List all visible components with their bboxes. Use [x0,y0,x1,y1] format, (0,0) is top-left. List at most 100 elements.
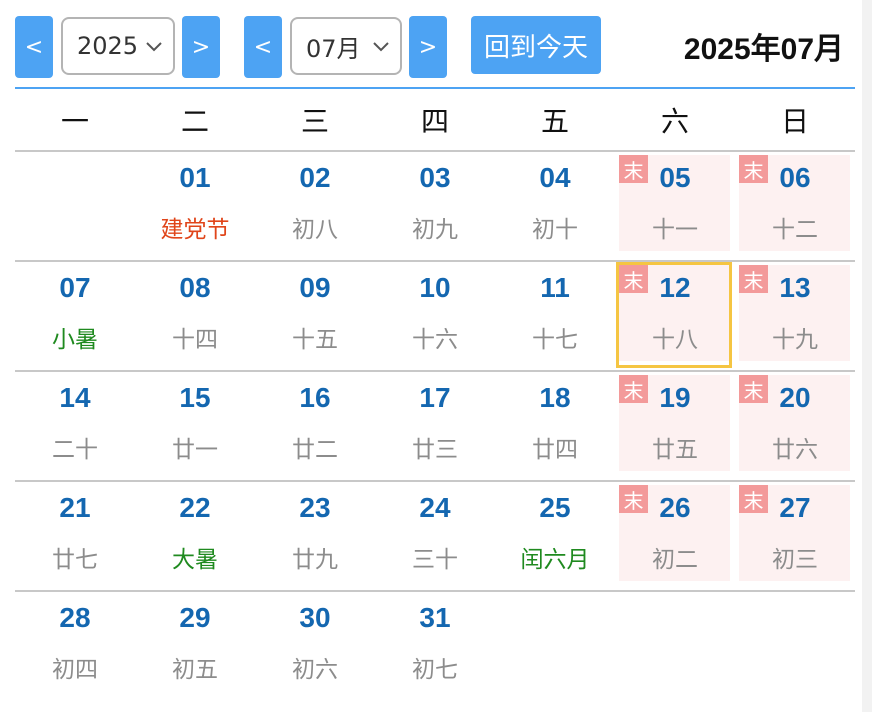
day-number: 18 [539,382,571,413]
day-cell[interactable]: 末 26 初二 [615,482,735,590]
weekday-label: 二 [180,105,209,138]
lunar-date: 廿九 [292,547,338,573]
back-to-today-button[interactable]: 回到今天 [471,16,601,74]
day-cell[interactable]: 09 十五 [255,262,375,370]
lunar-date: 廿五 [652,437,698,463]
day-cell[interactable]: 08 十四 [135,262,255,370]
lunar-date: 初七 [412,657,458,683]
day-cell[interactable]: 末 19 廿五 [615,372,735,480]
day-number: 08 [179,272,211,303]
lunar-date: 廿二 [292,437,338,463]
lunar-date: 初三 [772,547,818,573]
lunar-date: 十七 [532,327,578,353]
day-cell[interactable]: 10 十六 [375,262,495,370]
year-select[interactable]: 2025 [61,17,175,75]
day-number: 17 [419,382,451,413]
lunar-date: 初五 [172,657,218,683]
day-number: 22 [179,492,211,523]
lunar-date: 十一 [652,217,698,243]
day-cell[interactable]: 31 初七 [375,592,495,700]
day-cell[interactable]: 28 初四 [15,592,135,700]
chevron-down-icon [373,42,389,52]
day-number: 15 [179,382,211,413]
day-cell[interactable]: 21 廿七 [15,482,135,590]
day-number: 25 [539,492,571,523]
page-edge [862,0,872,712]
lunar-date: 十二 [772,217,818,243]
solar-term-label: 小暑 [52,327,98,353]
chevron-down-icon [146,42,162,52]
lunar-date: 十六 [412,327,458,353]
lunar-date: 初二 [652,547,698,573]
weekday-label: 四 [420,105,449,138]
calendar-week-row: 01 建党节 02 初八 03 初九 04 初十末 05 十一末 06 十二 [15,152,855,262]
day-cell[interactable]: 25 闰六月 [495,482,615,590]
day-number: 27 [779,492,811,523]
lunar-date: 十四 [172,327,218,353]
day-number: 21 [59,492,91,523]
lunar-date: 初十 [532,217,578,243]
solar-term-label: 大暑 [172,547,218,573]
lunar-date: 初九 [412,217,458,243]
calendar-week-row: 28 初四 29 初五 30 初六 31 初七 [15,592,855,700]
day-cell[interactable]: 07 小暑 [15,262,135,370]
day-number: 10 [419,272,451,303]
day-number: 31 [419,602,451,633]
day-cell[interactable]: 01 建党节 [135,152,255,260]
prev-month-button[interactable]: < [244,16,282,78]
next-month-button[interactable]: > [409,16,447,78]
lunar-date: 二十 [52,437,98,463]
prev-year-button[interactable]: < [15,16,53,78]
calendar-week-row: 07 小暑 08 十四 09 十五 10 十六 11 十七末 12 十八末 13 十九 [15,262,855,372]
day-number: 29 [179,602,211,633]
day-cell[interactable]: 14 二十 [15,372,135,480]
holiday-label: 建党节 [160,217,230,243]
day-cell[interactable]: 22 大暑 [135,482,255,590]
toolbar-divider [15,87,855,89]
lunar-date: 初六 [292,657,338,683]
day-cell[interactable]: 24 三十 [375,482,495,590]
day-number: 07 [59,272,91,303]
day-cell[interactable]: 15 廿一 [135,372,255,480]
day-cell[interactable]: 18 廿四 [495,372,615,480]
lunar-date: 十五 [292,327,338,353]
lunar-date: 十八 [652,327,698,353]
lunar-date: 廿一 [172,437,218,463]
day-number: 23 [299,492,331,523]
solar-term-label: 闰六月 [520,547,590,573]
day-number: 14 [59,382,91,413]
day-number: 20 [779,382,811,413]
day-cell[interactable]: 03 初九 [375,152,495,260]
day-number: 05 [659,162,691,193]
day-cell[interactable]: 29 初五 [135,592,255,700]
calendar-week-row: 14 二十 15 廿一 16 廿二 17 廿三 18 廿四末 19 廿五末 20 廿六 [15,372,855,482]
month-select-value: 07月 [306,34,361,63]
day-number: 03 [419,162,451,193]
day-cell[interactable]: 23 廿九 [255,482,375,590]
day-cell[interactable]: 16 廿二 [255,372,375,480]
lunar-date: 廿三 [412,437,458,463]
day-cell[interactable]: 02 初八 [255,152,375,260]
day-number: 06 [779,162,811,193]
day-cell-today[interactable]: 末 12 十八 [615,262,735,370]
lunar-date: 初四 [52,657,98,683]
day-cell[interactable]: 末 20 廿六 [735,372,855,480]
lunar-date: 初八 [292,217,338,243]
day-cell[interactable]: 末 06 十二 [735,152,855,260]
day-cell[interactable]: 末 05 十一 [615,152,735,260]
empty-day-cell [15,152,135,260]
next-year-button[interactable]: > [182,16,220,78]
calendar-week-row: 21 廿七 22 大暑 23 廿九 24 三十 25 闰六月末 26 初二末 27 初三 [15,482,855,592]
empty-day-cell [735,592,855,700]
weekday-label: 日 [780,105,809,138]
day-cell[interactable]: 04 初十 [495,152,615,260]
day-cell[interactable]: 30 初六 [255,592,375,700]
calendar-grid: 01 建党节 02 初八 03 初九 04 初十末 05 十一末 06 十二 07 小暑 08 十四 09 十五 1… [15,152,855,700]
weekday-label: 六 [660,105,689,138]
day-cell[interactable]: 末 27 初三 [735,482,855,590]
day-cell[interactable]: 末 13 十九 [735,262,855,370]
weekday-label: 一 [60,105,89,138]
day-cell[interactable]: 17 廿三 [375,372,495,480]
month-select[interactable]: 07月 [290,17,402,75]
day-cell[interactable]: 11 十七 [495,262,615,370]
